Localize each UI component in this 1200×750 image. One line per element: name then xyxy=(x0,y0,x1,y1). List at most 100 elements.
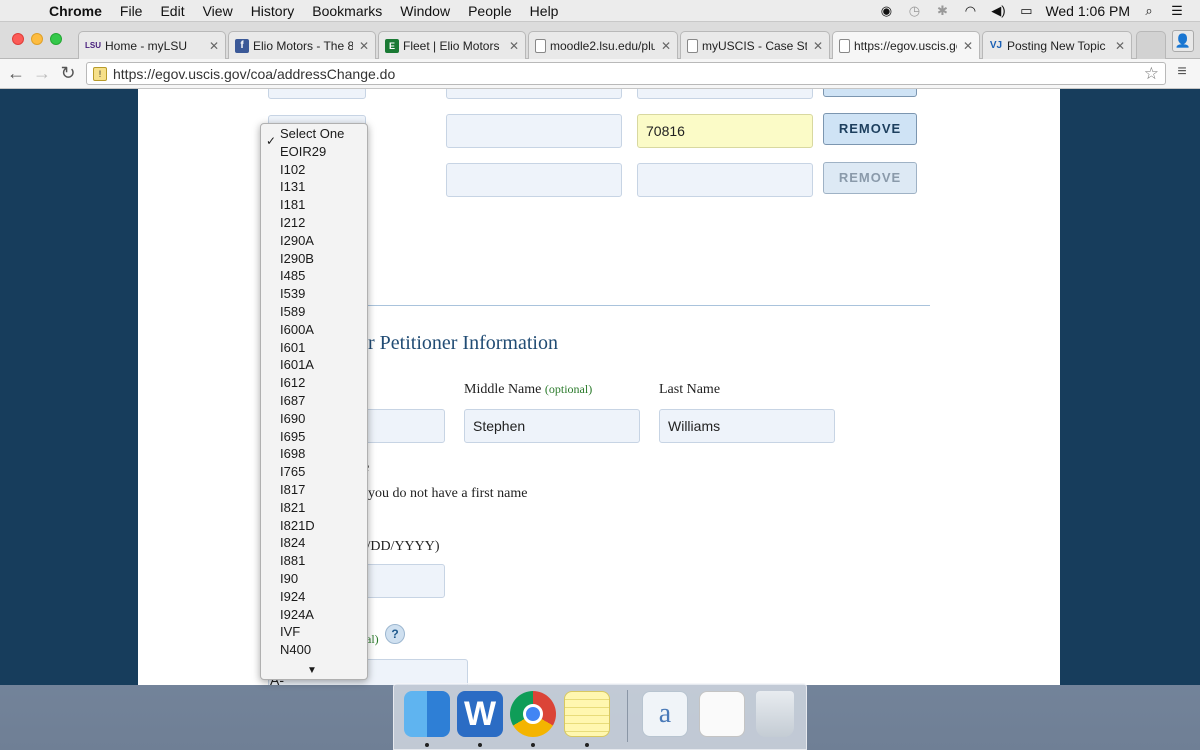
menu-window[interactable]: Window xyxy=(391,0,459,22)
dropdown-option[interactable]: I290A xyxy=(280,232,314,250)
address-url: https://egov.uscis.gov/coa/addressChange… xyxy=(113,65,396,82)
dropdown-option[interactable]: I695 xyxy=(280,428,305,446)
tab-mylsu[interactable]: LSU Home - myLSU ✕ xyxy=(78,31,226,59)
zip-code-field-2[interactable] xyxy=(637,163,813,197)
partial-remove-button[interactable] xyxy=(823,89,917,97)
receipt-number-field[interactable] xyxy=(446,114,622,148)
menu-help[interactable]: Help xyxy=(521,0,568,22)
wifi-icon[interactable]: ◠ xyxy=(961,3,979,19)
dropdown-option[interactable]: I698 xyxy=(280,445,305,463)
close-tab-icon[interactable]: ✕ xyxy=(1115,39,1125,53)
dropdown-option[interactable]: I881 xyxy=(280,552,305,570)
minimize-window-icon[interactable] xyxy=(31,33,43,45)
close-tab-icon[interactable]: ✕ xyxy=(813,39,823,53)
back-icon[interactable]: ← xyxy=(6,63,26,84)
close-tab-icon[interactable]: ✕ xyxy=(509,39,519,53)
remove-button-disabled[interactable]: REMOVE xyxy=(823,162,917,194)
dropdown-option[interactable]: I290B xyxy=(280,250,314,268)
word-icon[interactable]: W xyxy=(457,691,503,737)
menu-history[interactable]: History xyxy=(242,0,304,22)
tab-myuscis[interactable]: myUSCIS - Case Sta ✕ xyxy=(680,31,830,59)
dropdown-option[interactable]: I687 xyxy=(280,392,305,410)
dropdown-option[interactable]: EOIR29 xyxy=(280,143,326,161)
zip-code-field[interactable]: 70816 xyxy=(637,114,813,148)
menu-view[interactable]: View xyxy=(194,0,242,22)
battery-icon[interactable]: ▭ xyxy=(1017,3,1035,19)
time-machine-icon[interactable]: ◷ xyxy=(905,3,923,19)
close-tab-icon[interactable]: ✕ xyxy=(963,39,973,53)
dropdown-option[interactable]: I102 xyxy=(280,161,305,179)
volume-icon[interactable]: ◀) xyxy=(989,3,1007,19)
notification-center-icon[interactable]: ☰ xyxy=(1168,3,1186,19)
document-icon[interactable]: a xyxy=(642,691,688,737)
receipt-number-field-2[interactable] xyxy=(446,163,622,197)
running-indicator xyxy=(531,743,535,747)
dropdown-option[interactable]: I601 xyxy=(280,339,305,357)
dropdown-option[interactable]: I90 xyxy=(280,570,298,588)
tab-egov-uscis[interactable]: https://egov.uscis.go ✕ xyxy=(832,31,980,60)
address-bar[interactable]: ! https://egov.uscis.gov/coa/addressChan… xyxy=(86,62,1166,85)
dropdown-option[interactable]: I924 xyxy=(280,588,305,606)
partial-field-3[interactable] xyxy=(637,89,813,99)
reload-icon[interactable]: ↻ xyxy=(58,63,78,84)
dropdown-option[interactable]: I924A xyxy=(280,606,314,624)
finder-icon[interactable] xyxy=(404,691,450,737)
dropdown-option[interactable]: I821 xyxy=(280,499,305,517)
tab-posting-new-topic[interactable]: VJ Posting New Topic - ✕ xyxy=(982,31,1132,59)
form-type-dropdown-menu[interactable]: ✓ Select One EOIR29 I102 I131 I181 I212 … xyxy=(260,123,368,680)
menu-app-name[interactable]: Chrome xyxy=(40,0,111,22)
zoom-window-icon[interactable] xyxy=(50,33,62,45)
page-favicon-icon xyxy=(535,38,546,53)
dropdown-option[interactable]: I589 xyxy=(280,303,305,321)
partial-field-1[interactable] xyxy=(268,89,366,99)
dropdown-option[interactable]: I212 xyxy=(280,214,305,232)
dropdown-option[interactable]: I817 xyxy=(280,481,305,499)
scroll-down-arrow-icon[interactable]: ▼ xyxy=(307,665,317,676)
dropdown-option[interactable]: I485 xyxy=(280,267,305,285)
remove-button[interactable]: REMOVE xyxy=(823,113,917,145)
dropdown-option[interactable]: I181 xyxy=(280,196,305,214)
profile-icon[interactable]: 👤 xyxy=(1172,30,1194,52)
notes-icon[interactable] xyxy=(564,691,610,737)
tab-moodle[interactable]: moodle2.lsu.edu/plu ✕ xyxy=(528,31,678,59)
close-tab-icon[interactable]: ✕ xyxy=(209,39,219,53)
forward-icon[interactable]: → xyxy=(32,63,52,84)
help-icon[interactable]: ? xyxy=(385,624,405,644)
dropdown-option[interactable]: I765 xyxy=(280,463,305,481)
elio-favicon-icon: E xyxy=(385,38,399,53)
dropdown-option[interactable]: IVF xyxy=(280,623,300,641)
dropdown-option[interactable]: I824 xyxy=(280,534,305,552)
bluetooth-icon[interactable]: ✱ xyxy=(933,3,951,19)
menu-bookmarks[interactable]: Bookmarks xyxy=(303,0,391,22)
close-tab-icon[interactable]: ✕ xyxy=(359,39,369,53)
tab-fleet-elio[interactable]: E Fleet | Elio Motors ✕ xyxy=(378,31,526,59)
bookmark-star-icon[interactable]: ☆ xyxy=(1144,64,1159,84)
dropdown-option[interactable]: I821D xyxy=(280,517,315,535)
menu-people[interactable]: People xyxy=(459,0,521,22)
menu-edit[interactable]: Edit xyxy=(151,0,193,22)
dropdown-option[interactable]: N400 xyxy=(280,641,311,659)
close-tab-icon[interactable]: ✕ xyxy=(661,39,671,53)
close-window-icon[interactable] xyxy=(12,33,24,45)
tab-elio-motors[interactable]: f Elio Motors - The 84 ✕ xyxy=(228,31,376,59)
dropdown-option[interactable]: I131 xyxy=(280,178,305,196)
middle-name-field[interactable]: Stephen xyxy=(464,409,640,443)
last-name-field[interactable]: Williams xyxy=(659,409,835,443)
spotlight-icon[interactable]: ⌕ xyxy=(1140,3,1158,19)
menu-file[interactable]: File xyxy=(111,0,152,22)
dropdown-option[interactable]: I539 xyxy=(280,285,305,303)
file-icon[interactable] xyxy=(699,691,745,737)
new-tab-button[interactable] xyxy=(1136,31,1166,59)
vpn-icon[interactable]: ◉ xyxy=(877,3,895,19)
trash-icon[interactable] xyxy=(756,691,794,737)
dropdown-option[interactable]: I612 xyxy=(280,374,305,392)
dropdown-option[interactable]: I601A xyxy=(280,356,314,374)
dropdown-option[interactable]: I690 xyxy=(280,410,305,428)
dropdown-option[interactable]: Select One xyxy=(280,125,344,143)
clock[interactable]: Wed 1:06 PM xyxy=(1045,3,1130,19)
chrome-icon[interactable] xyxy=(510,691,556,737)
lock-warning-icon[interactable]: ! xyxy=(93,66,107,81)
chrome-menu-icon[interactable]: ≡ xyxy=(1172,63,1192,81)
dropdown-option[interactable]: I600A xyxy=(280,321,314,339)
partial-field-2[interactable] xyxy=(446,89,622,99)
